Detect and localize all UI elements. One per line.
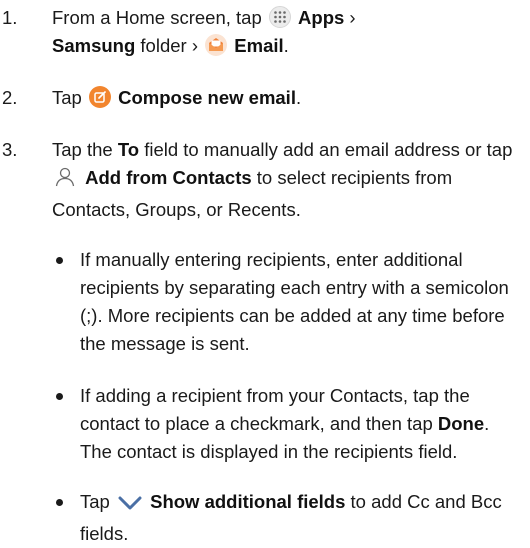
email-app-icon: [205, 34, 228, 64]
bullet-dot: [56, 257, 63, 264]
to-label: To: [117, 139, 140, 160]
apps-grid-icon: [268, 6, 291, 28]
done-label: Done: [437, 413, 485, 434]
step-number: 1.: [2, 7, 18, 28]
add-from-contacts-label: Add from Contacts: [85, 167, 252, 188]
step-1: 1. From a Home screen, tap Apps › Samsun…: [0, 4, 520, 64]
compose-label: Compose new email: [118, 87, 296, 108]
bullet-text: If manually entering recipients, enter a…: [80, 249, 509, 354]
bullet-text: Tap Show additional fields to add Cc and…: [80, 491, 502, 544]
bullet-text: If adding a recipient from your Contacts…: [80, 385, 490, 462]
instruction-page: 1. From a Home screen, tap Apps › Samsun…: [0, 0, 530, 544]
add-contact-icon: [54, 166, 78, 196]
bullet-dot: [56, 393, 63, 400]
step-text: From a Home screen, tap Apps › Samsung f…: [52, 4, 520, 64]
step-number: 3.: [2, 139, 18, 160]
step-number: 2.: [2, 87, 18, 108]
step-2: 2. Tap Compose new email.: [0, 84, 520, 114]
step-text: Tap Compose new email.: [52, 84, 520, 116]
samsung-label: Samsung: [52, 35, 136, 56]
show-additional-fields-label: Show additional fields: [150, 491, 346, 512]
apps-label: Apps: [298, 7, 345, 28]
step-3: 3. Tap the To field to manually add an e…: [0, 136, 520, 226]
email-label: Email: [234, 35, 284, 56]
bullet-item-3: Tap Show additional fields to add Cc and…: [52, 488, 512, 544]
bullet-item-1: If manually entering recipients, enter a…: [52, 246, 512, 362]
step-text: Tap the To field to manually add an emai…: [52, 139, 513, 220]
compose-icon: [88, 86, 111, 116]
bullet-dot: [56, 499, 63, 506]
chevron-down-icon: [117, 492, 143, 520]
bullet-item-2: If adding a recipient from your Contacts…: [52, 382, 512, 498]
